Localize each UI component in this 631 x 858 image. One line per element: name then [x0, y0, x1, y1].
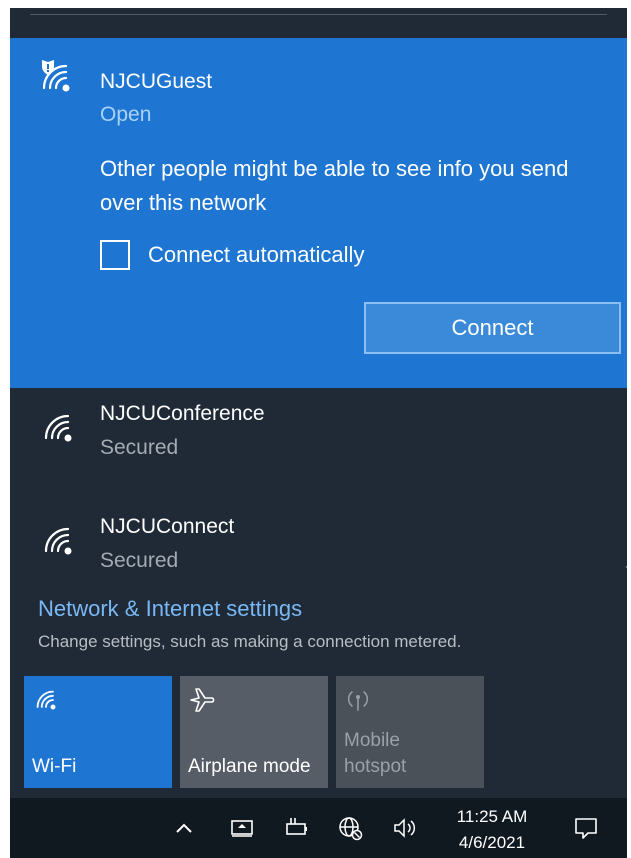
notification-icon[interactable]	[572, 814, 600, 842]
wifi-shield-icon	[42, 60, 70, 92]
tile-label: Mobile hotspot	[344, 730, 407, 777]
network-status: Secured	[100, 436, 179, 459]
battery-icon[interactable]	[282, 814, 310, 842]
wifi-icon	[36, 690, 56, 710]
hotspot-icon	[347, 691, 369, 711]
network-status: Open	[100, 103, 152, 126]
network-flyout: NJCUGuest Open Other people might be abl…	[10, 8, 627, 858]
taskbar-clock[interactable]: 11:25 AM 4/6/2021	[444, 804, 540, 856]
network-list-item[interactable]: NJCUConference Secured	[10, 388, 627, 500]
connect-automatically-checkbox[interactable]	[100, 240, 130, 270]
display-icon[interactable]	[228, 814, 256, 842]
network-ssid: NJCUConnect	[100, 515, 235, 538]
network-ssid: NJCUGuest	[100, 70, 213, 93]
volume-icon[interactable]	[390, 814, 418, 842]
globe-icon[interactable]	[336, 814, 364, 842]
airplane-mode-tile[interactable]: Airplane mode	[180, 676, 328, 788]
taskbar: 11:25 AM 4/6/2021	[10, 798, 627, 858]
scrollbar-chevron-icon[interactable]: ⌄	[623, 558, 627, 572]
network-status: Secured	[100, 549, 179, 572]
clock-date: 4/6/2021	[458, 833, 526, 852]
flyout-top-divider	[10, 8, 627, 38]
network-ssid: NJCUConference	[100, 402, 265, 425]
airplane-icon	[190, 688, 215, 712]
wifi-icon	[44, 527, 72, 555]
network-settings-link[interactable]: Network & Internet settings	[38, 596, 302, 622]
chevron-up-icon[interactable]	[170, 814, 198, 842]
wifi-toggle-tile[interactable]: Wi-Fi	[24, 676, 172, 788]
clock-time: 11:25 AM	[456, 807, 528, 826]
mobile-hotspot-tile[interactable]: Mobile hotspot	[336, 676, 484, 788]
tile-label: Wi-Fi	[32, 756, 77, 777]
tile-label: Airplane mode	[188, 756, 311, 777]
network-settings-description: Change settings, such as making a connec…	[38, 632, 462, 651]
wifi-icon	[44, 414, 72, 442]
network-warning-text: Other people might be able to see info y…	[100, 156, 569, 215]
connect-automatically-option[interactable]: Connect automatically	[100, 238, 364, 272]
selected-network-item[interactable]: NJCUGuest Open Other people might be abl…	[10, 38, 627, 388]
connect-automatically-label[interactable]: Connect automatically	[148, 242, 364, 268]
connect-button[interactable]: Connect	[364, 302, 621, 354]
